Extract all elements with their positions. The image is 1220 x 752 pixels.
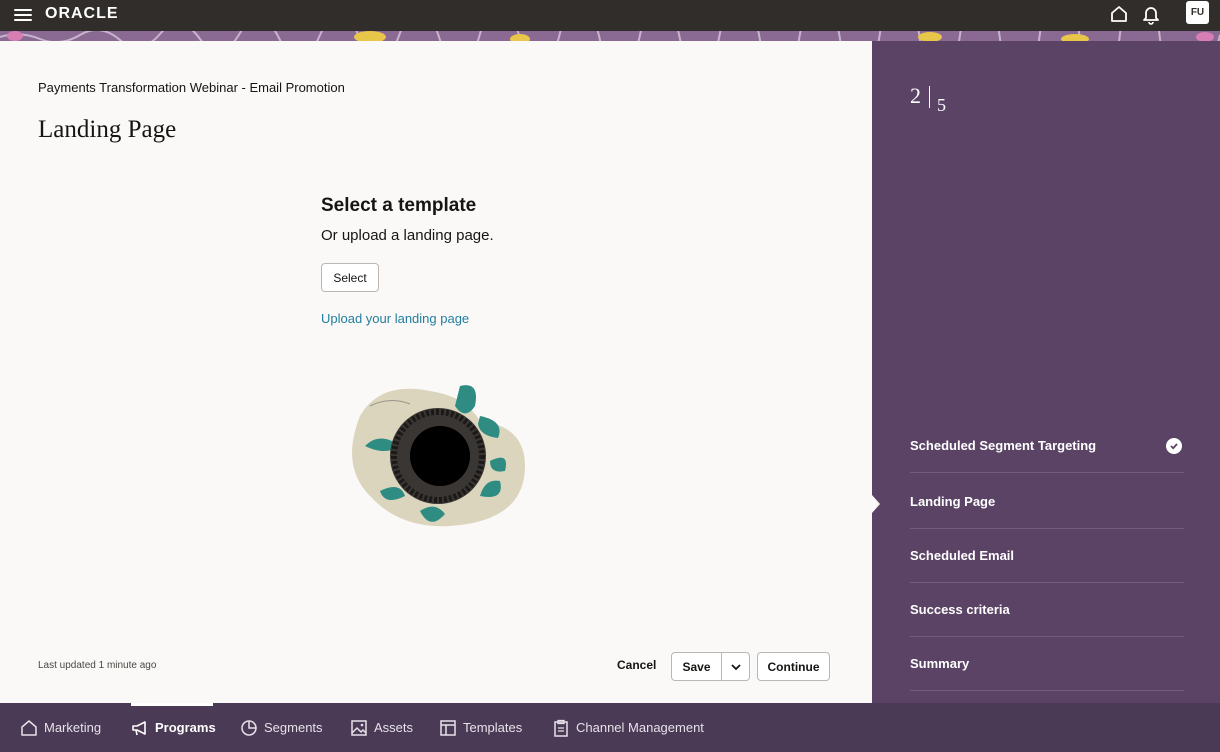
bell-icon[interactable] (1140, 3, 1162, 25)
main-panel: Payments Transformation Webinar - Email … (0, 41, 872, 703)
template-icon (440, 719, 456, 736)
step-landing-page[interactable]: Landing Page (910, 475, 1184, 529)
step-label: Summary (910, 656, 970, 671)
save-options-button[interactable] (721, 652, 750, 681)
nav-marketing[interactable]: Marketing (20, 703, 101, 752)
chevron-down-icon (730, 663, 741, 670)
step-label: Success criteria (910, 602, 1010, 617)
nav-label: Marketing (44, 720, 102, 735)
nav-label: Channel Management (576, 720, 704, 735)
step-summary[interactable]: Summary (910, 637, 1184, 691)
empty-state-illustration (352, 385, 525, 527)
current-step-pointer (872, 495, 880, 513)
clipboard-icon (554, 719, 568, 737)
user-avatar[interactable]: FU (1186, 1, 1209, 24)
global-header: ORACLE FU (0, 0, 1220, 31)
step-divider (929, 86, 930, 108)
cancel-button[interactable]: Cancel (611, 656, 662, 674)
megaphone-icon (132, 720, 146, 735)
oracle-logo: ORACLE (45, 5, 119, 22)
step-scheduled-email[interactable]: Scheduled Email (910, 529, 1184, 583)
page-title: Landing Page (38, 116, 177, 143)
upload-landing-page-link[interactable]: Upload your landing page (321, 311, 469, 326)
step-success-criteria[interactable]: Success criteria (910, 583, 1184, 637)
home-icon[interactable] (1108, 3, 1130, 25)
nav-templates[interactable]: Templates (439, 703, 522, 752)
last-updated-text: Last updated 1 minute ago (38, 660, 157, 671)
step-train-panel: 2 5 Scheduled Segment Targeting Landing … (872, 41, 1220, 703)
check-circle-icon (1166, 438, 1182, 454)
step-label: Scheduled Segment Targeting (910, 438, 1097, 453)
nav-channel-management[interactable]: Channel Management (552, 703, 704, 752)
nav-segments[interactable]: Segments (240, 703, 323, 752)
continue-button[interactable]: Continue (757, 652, 830, 681)
menu-icon[interactable] (14, 6, 32, 24)
step-scheduled-segment-targeting[interactable]: Scheduled Segment Targeting (910, 419, 1184, 473)
current-step-number: 2 (910, 83, 921, 108)
nav-label: Templates (463, 720, 523, 735)
save-button[interactable]: Save (671, 652, 722, 681)
template-subheading: Or upload a landing page. (321, 227, 494, 244)
nav-label: Programs (155, 720, 216, 735)
program-name: Payments Transformation Webinar - Email … (38, 80, 345, 95)
nav-programs[interactable]: Programs (131, 703, 216, 752)
select-template-button[interactable]: Select (321, 263, 379, 292)
template-heading: Select a template (321, 195, 477, 216)
total-steps-number: 5 (937, 95, 946, 115)
image-icon (351, 719, 367, 736)
home-icon (21, 719, 37, 736)
bottom-navigation: Marketing Programs Segments Assets Templ… (0, 703, 1220, 752)
step-label: Landing Page (910, 494, 996, 509)
nav-label: Assets (374, 720, 414, 735)
pie-chart-icon (241, 719, 257, 736)
step-label: Scheduled Email (910, 548, 1015, 563)
nav-assets[interactable]: Assets (350, 703, 413, 752)
nav-label: Segments (264, 720, 323, 735)
